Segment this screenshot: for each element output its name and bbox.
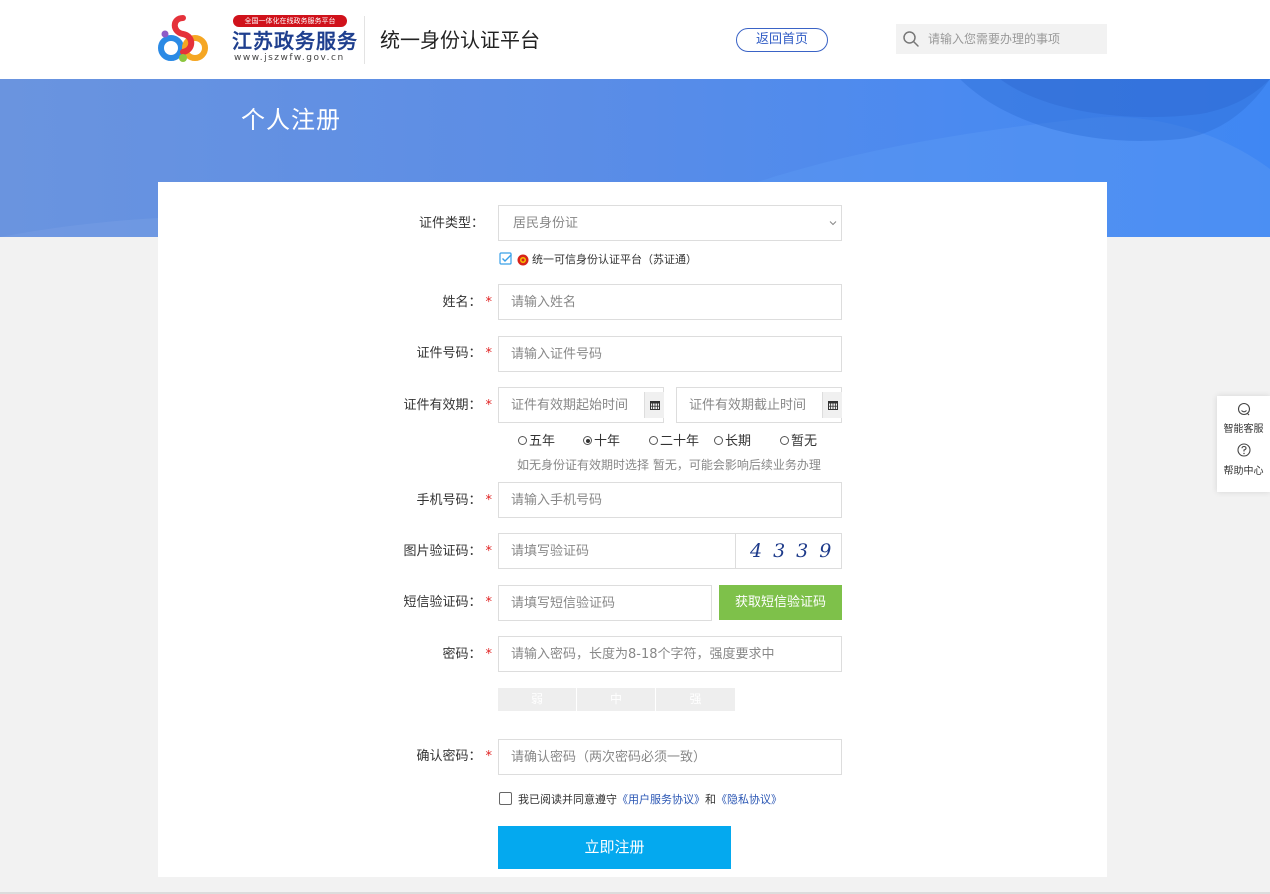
calendar-icon xyxy=(650,401,660,410)
radio-label: 长期 xyxy=(725,434,752,449)
radio-twenty-years[interactable]: 二十年 xyxy=(649,434,699,450)
sms-label-text: 短信验证码： xyxy=(403,595,482,610)
id-type-label: 证件类型： xyxy=(418,216,484,231)
back-home-button[interactable]: 返回首页 xyxy=(736,28,828,52)
confirm-password-label: 确认密码： * xyxy=(400,749,492,765)
top-header: 全国一体化在线政务服务平台 江苏政务服务 www.jszwfw.gov.cn 统… xyxy=(0,0,1270,79)
strength-strong: 强 xyxy=(656,688,735,711)
password-input[interactable] xyxy=(498,636,842,672)
radio-label: 暂无 xyxy=(791,434,818,449)
password-label-text: 密码： xyxy=(442,647,482,662)
id-number-label-text: 证件号码： xyxy=(416,346,482,361)
logo-icon xyxy=(158,15,208,62)
radio-dot[interactable] xyxy=(518,436,527,445)
calendar-icon xyxy=(828,401,838,410)
validity-hint: 如无身份证有效期时选择 暂无，可能会影响后续业务办理 xyxy=(517,458,821,472)
required-mark: * xyxy=(485,398,493,413)
smart-service-label: 智能客服 xyxy=(1223,424,1264,435)
captcha-text: 4339 xyxy=(750,540,843,562)
radio-dot[interactable] xyxy=(780,436,789,445)
required-mark: * xyxy=(485,493,493,508)
help-center-button[interactable]: 帮助中心 xyxy=(1217,440,1270,488)
validity-label-text: 证件有效期： xyxy=(403,398,482,413)
platform-title: 统一身份认证平台 xyxy=(380,28,540,52)
side-panel: 智能客服 帮助中心 xyxy=(1217,396,1270,492)
radio-long-term[interactable]: 长期 xyxy=(714,434,751,450)
strength-weak: 弱 xyxy=(498,688,576,711)
captcha-label-text: 图片验证码： xyxy=(403,544,482,559)
name-label-text: 姓名： xyxy=(442,295,482,310)
id-type-select[interactable]: 居民身份证 xyxy=(498,205,842,241)
validity-start-input[interactable] xyxy=(498,387,664,423)
brand-url: www.jszwfw.gov.cn xyxy=(234,53,345,63)
checkbox-checked-icon[interactable] xyxy=(499,252,513,266)
required-mark: * xyxy=(485,544,493,559)
phone-label-text: 手机号码： xyxy=(416,493,482,508)
validity-end-input[interactable] xyxy=(676,387,842,423)
get-sms-code-button[interactable]: 获取短信验证码 xyxy=(719,585,842,620)
phone-label: 手机号码： * xyxy=(400,493,492,509)
radio-dot[interactable] xyxy=(649,436,658,445)
required-mark: * xyxy=(485,749,493,764)
question-icon xyxy=(1237,443,1251,457)
captcha-image[interactable]: 4339 xyxy=(735,534,841,568)
radio-dot-selected[interactable] xyxy=(583,436,592,445)
search-input[interactable] xyxy=(928,24,1102,54)
smart-service-button[interactable]: 智能客服 xyxy=(1217,396,1270,444)
agreement-checkbox[interactable] xyxy=(499,792,512,805)
header-divider xyxy=(364,16,365,64)
privacy-link[interactable]: 《隐私协议》 xyxy=(716,793,782,806)
brand-name: 江苏政务服务 xyxy=(232,29,358,53)
sms-label: 短信验证码： * xyxy=(390,595,492,611)
page-title: 个人注册 xyxy=(241,106,341,134)
agreement-text: 我已阅读并同意遵守《用户服务协议》和《隐私协议》 xyxy=(518,793,782,807)
required-mark: * xyxy=(485,295,493,310)
agreement-prefix: 我已阅读并同意遵守 xyxy=(518,793,617,806)
password-label: 密码： * xyxy=(400,647,492,663)
required-mark: * xyxy=(485,647,493,662)
help-center-label: 帮助中心 xyxy=(1223,466,1264,477)
start-date-picker[interactable] xyxy=(644,392,664,418)
search-box xyxy=(896,24,1107,54)
agreement-and: 和 xyxy=(705,793,716,806)
end-date-picker[interactable] xyxy=(822,392,842,418)
radio-label: 五年 xyxy=(529,434,556,449)
trust-platform-label: 统一可信身份认证平台（苏证通） xyxy=(532,253,697,266)
radio-ten-years[interactable]: 十年 xyxy=(583,434,620,450)
id-number-input[interactable] xyxy=(498,336,842,372)
id-number-label: 证件号码： * xyxy=(400,346,492,362)
id-type-value: 居民身份证 xyxy=(513,216,579,231)
confirm-password-input[interactable] xyxy=(498,739,842,775)
confirm-password-label-text: 确认密码： xyxy=(416,749,482,764)
radio-label: 十年 xyxy=(594,434,621,449)
emblem-icon xyxy=(517,254,529,266)
chevron-down-icon xyxy=(829,221,837,226)
name-label: 姓名： * xyxy=(400,295,492,311)
search-icon[interactable] xyxy=(902,30,920,48)
radio-five-years[interactable]: 五年 xyxy=(518,434,555,450)
brand-badge: 全国一体化在线政务服务平台 xyxy=(233,15,347,27)
sms-code-input[interactable] xyxy=(498,585,712,621)
headset-icon xyxy=(1237,402,1251,416)
radio-dot[interactable] xyxy=(714,436,723,445)
strength-medium: 中 xyxy=(577,688,655,711)
user-agreement-link[interactable]: 《用户服务协议》 xyxy=(617,793,705,806)
radio-none[interactable]: 暂无 xyxy=(780,434,817,450)
required-mark: * xyxy=(485,346,493,361)
validity-label: 证件有效期： * xyxy=(380,398,492,414)
phone-input[interactable] xyxy=(498,482,842,518)
required-mark: * xyxy=(485,595,493,610)
register-button[interactable]: 立即注册 xyxy=(498,826,731,869)
radio-label: 二十年 xyxy=(660,434,700,449)
name-input[interactable] xyxy=(498,284,842,320)
captcha-label: 图片验证码： * xyxy=(390,544,492,560)
